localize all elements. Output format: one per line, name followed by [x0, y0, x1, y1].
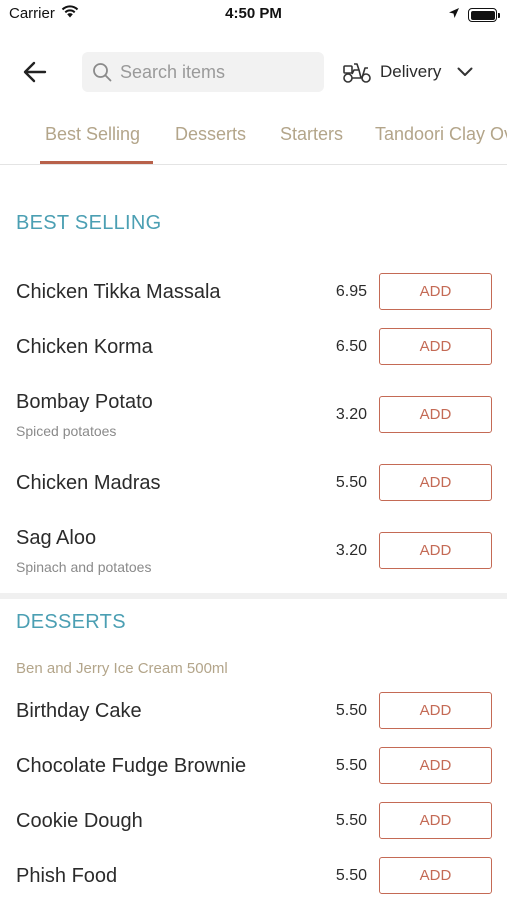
item-price: 5.50 — [335, 474, 367, 491]
add-button[interactable]: ADD — [379, 692, 492, 729]
item-price: 6.50 — [335, 338, 367, 355]
item-description: Spinach and potatoes — [16, 559, 152, 575]
status-carrier-group: Carrier — [9, 5, 79, 22]
status-right-group — [448, 6, 500, 24]
item-name: Phish Food — [16, 865, 118, 887]
add-button[interactable]: ADD — [379, 464, 492, 501]
tab-desserts[interactable]: Desserts — [175, 124, 246, 145]
search-input[interactable] — [120, 61, 310, 83]
item-price: 3.20 — [335, 542, 367, 559]
section-title-best-selling: BEST SELLING — [16, 212, 162, 234]
status-bar: 4:50 PM Carrier — [0, 0, 507, 28]
wifi-icon — [61, 5, 79, 22]
add-button[interactable]: ADD — [379, 532, 492, 569]
item-price: 5.50 — [335, 702, 367, 719]
add-button[interactable]: ADD — [379, 857, 492, 894]
item-description: Spiced potatoes — [16, 423, 117, 439]
section-divider — [0, 593, 507, 599]
add-button[interactable]: ADD — [379, 747, 492, 784]
tab-best-selling[interactable]: Best Selling — [45, 124, 140, 145]
item-name: Chicken Madras — [16, 472, 161, 494]
search-bar[interactable] — [82, 52, 324, 92]
category-tabs: Best Selling Desserts Starters Tandoori … — [0, 113, 507, 165]
header: Delivery — [0, 50, 507, 94]
carrier-label: Carrier — [9, 5, 55, 22]
back-arrow-icon — [23, 61, 47, 83]
item-name: Birthday Cake — [16, 700, 142, 722]
item-name: Bombay Potato — [16, 391, 153, 413]
add-button[interactable]: ADD — [379, 802, 492, 839]
item-price: 5.50 — [335, 812, 367, 829]
add-button[interactable]: ADD — [379, 273, 492, 310]
back-button[interactable] — [20, 58, 50, 86]
delivery-selector[interactable]: Delivery — [342, 58, 473, 86]
item-name: Chicken Tikka Massala — [16, 281, 221, 303]
item-name: Chocolate Fudge Brownie — [16, 755, 247, 777]
tab-starters[interactable]: Starters — [280, 124, 343, 145]
delivery-label: Delivery — [380, 62, 442, 81]
item-price: 3.20 — [335, 406, 367, 423]
chevron-down-icon — [457, 67, 473, 76]
scooter-icon — [343, 63, 371, 83]
section-title-desserts: DESSERTS — [16, 611, 126, 633]
item-price: 5.50 — [335, 757, 367, 774]
item-name: Chicken Korma — [16, 336, 153, 358]
section-subheading: Ben and Jerry Ice Cream 500ml — [16, 660, 228, 677]
add-button[interactable]: ADD — [379, 328, 492, 365]
active-tab-indicator — [40, 161, 153, 164]
add-button[interactable]: ADD — [379, 396, 492, 433]
tab-tandoori-clay-oven[interactable]: Tandoori Clay Oven — [375, 124, 507, 145]
item-price: 6.95 — [335, 283, 367, 300]
battery-icon — [468, 8, 500, 22]
item-name: Cookie Dough — [16, 810, 143, 832]
item-name: Sag Aloo — [16, 527, 97, 549]
search-icon — [93, 63, 112, 82]
location-arrow-icon — [448, 6, 460, 24]
item-price: 5.50 — [335, 867, 367, 884]
